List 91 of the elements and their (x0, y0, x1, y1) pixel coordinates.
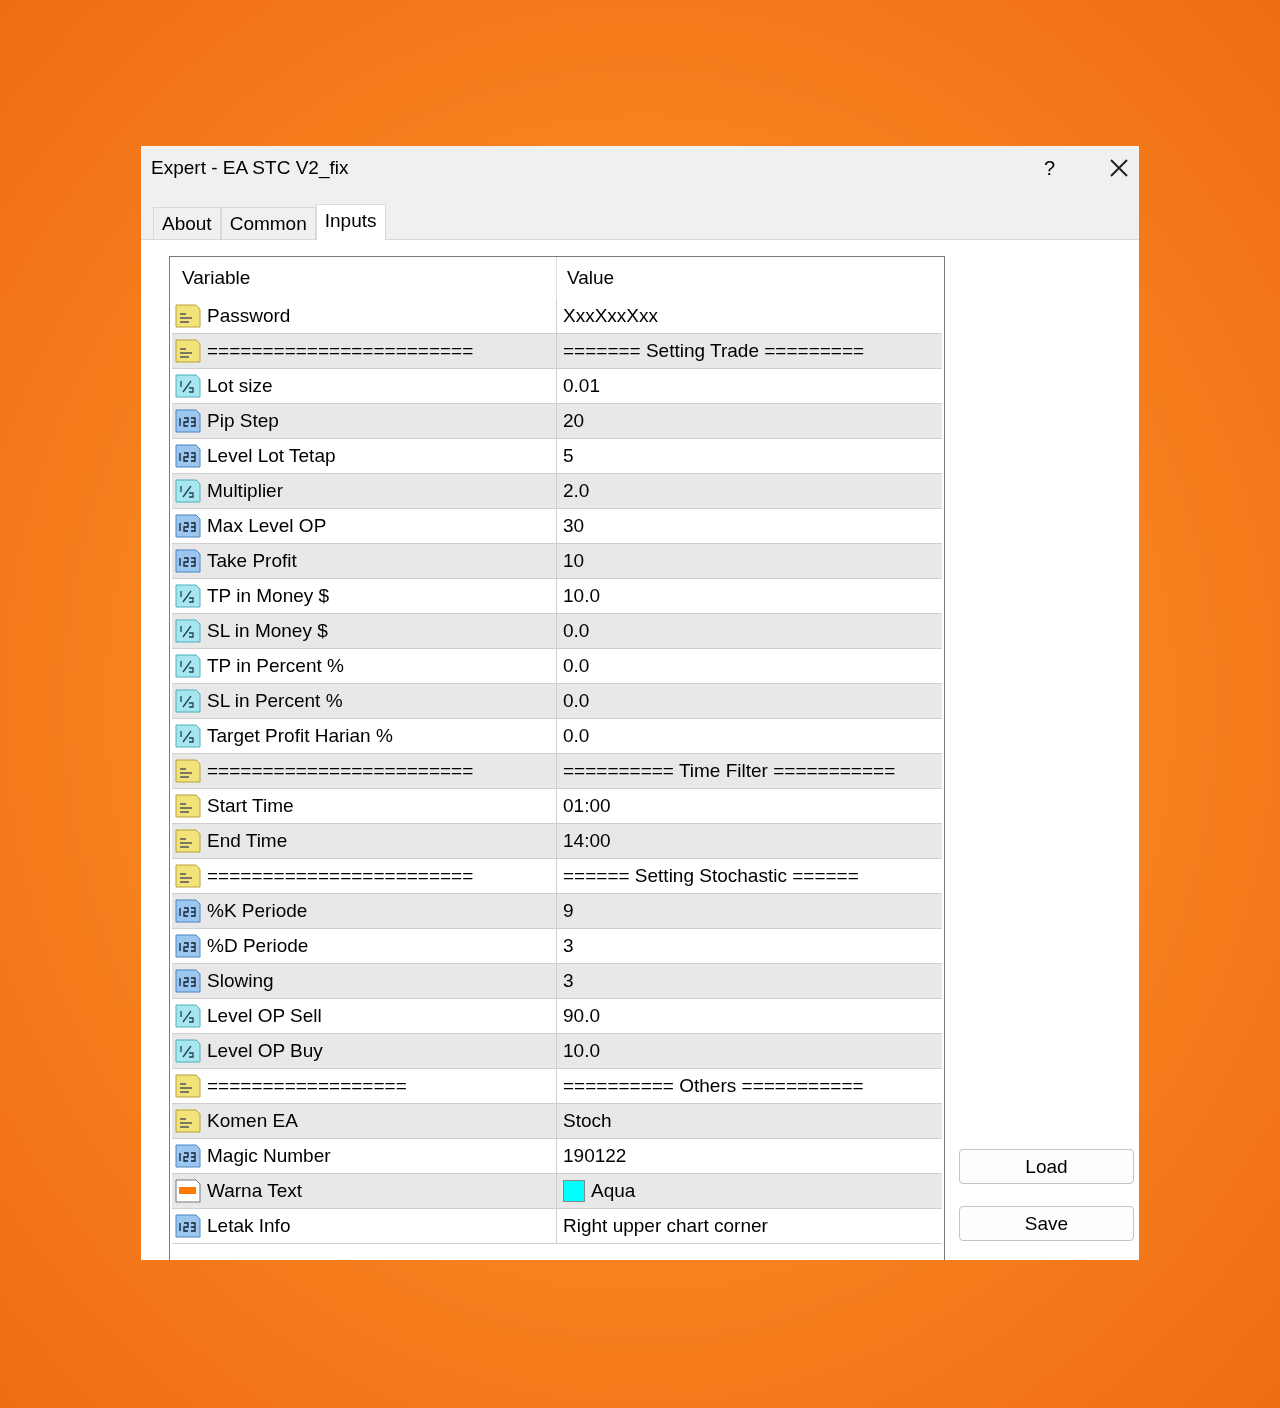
tab[interactable]: Inputs (315, 204, 386, 240)
integer-type-icon (174, 443, 202, 469)
action-button[interactable]: Load (959, 1149, 1134, 1184)
value-text[interactable]: 10.0 (563, 1040, 600, 1062)
fraction-type-icon (174, 478, 202, 504)
help-button[interactable]: ? (1043, 156, 1055, 180)
fraction-type-icon (174, 653, 202, 679)
string-type-icon (174, 793, 202, 819)
value-text[interactable]: 2.0 (563, 480, 590, 502)
tab[interactable]: About (153, 207, 221, 239)
action-button[interactable]: Save (959, 1206, 1134, 1241)
value-text[interactable]: 190122 (563, 1145, 627, 1167)
variable-name: Letak Info (207, 1215, 291, 1237)
string-type-icon (174, 1108, 202, 1134)
variable-name: ================== (207, 1075, 407, 1097)
variable-name: Level OP Sell (207, 1005, 322, 1027)
fraction-type-icon (174, 1038, 202, 1064)
integer-type-icon (174, 513, 202, 539)
value-text[interactable]: 90.0 (563, 1005, 600, 1027)
string-type-icon (174, 828, 202, 854)
variable-name: End Time (207, 830, 288, 852)
string-type-icon (174, 338, 202, 364)
variable-name: Lot size (207, 375, 273, 397)
variable-name: Komen EA (207, 1110, 298, 1132)
variable-name: Pip Step (207, 410, 279, 432)
value-text[interactable]: 3 (563, 935, 574, 957)
column-header: Value (567, 267, 615, 289)
string-type-icon (174, 1073, 202, 1099)
column-header: Variable (182, 267, 251, 289)
integer-type-icon (174, 898, 202, 924)
integer-type-icon (174, 408, 202, 434)
window-title: Expert - EA STC V2_fix (151, 157, 350, 179)
variable-name: Start Time (207, 795, 294, 817)
value-text[interactable]: 0.01 (563, 375, 600, 397)
variable-name: Warna Text (207, 1180, 303, 1202)
variable-name: SL in Percent % (207, 690, 343, 712)
fraction-type-icon (174, 723, 202, 749)
variable-name: Multiplier (207, 480, 284, 502)
value-text[interactable]: 9 (563, 900, 574, 922)
variable-name: Password (207, 305, 291, 327)
integer-type-icon (174, 548, 202, 574)
variable-name: Level Lot Tetap (207, 445, 336, 467)
value-text[interactable]: 14:00 (563, 830, 611, 852)
variable-name: SL in Money $ (207, 620, 328, 642)
value-text[interactable]: Stoch (563, 1110, 612, 1132)
value-text[interactable]: 10.0 (563, 585, 600, 607)
value-text[interactable]: 0.0 (563, 655, 590, 677)
tab[interactable]: Common (220, 207, 316, 239)
integer-type-icon (174, 968, 202, 994)
value-text[interactable]: 0.0 (563, 620, 590, 642)
variable-name: Magic Number (207, 1145, 331, 1167)
value-text[interactable]: ========== Time Filter =========== (563, 760, 896, 782)
string-type-icon (174, 863, 202, 889)
variable-name: Slowing (207, 970, 274, 992)
value-text[interactable]: ====== Setting Stochastic ====== (563, 865, 859, 887)
fraction-type-icon (174, 583, 202, 609)
variable-name: Max Level OP (207, 515, 327, 537)
fraction-type-icon (174, 618, 202, 644)
variable-name: ======================== (207, 865, 474, 887)
variable-name: Level OP Buy (207, 1040, 323, 1062)
variable-name: ======================== (207, 340, 474, 362)
integer-type-icon (174, 933, 202, 959)
color-type-icon (174, 1178, 202, 1204)
value-text[interactable]: 10 (563, 550, 585, 572)
value-text[interactable]: ========== Others =========== (563, 1075, 864, 1097)
value-text[interactable]: XxxXxxXxx (563, 305, 659, 327)
fraction-type-icon (174, 1003, 202, 1029)
value-text[interactable]: 0.0 (563, 690, 590, 712)
variable-name: Take Profit (207, 550, 297, 572)
value-text[interactable]: Aqua (591, 1180, 636, 1202)
value-text[interactable]: Right upper chart corner (563, 1215, 768, 1237)
integer-type-icon (174, 1143, 202, 1169)
value-text[interactable]: ======= Setting Trade ========= (563, 340, 865, 362)
fraction-type-icon (174, 373, 202, 399)
value-text[interactable]: 3 (563, 970, 574, 992)
string-type-icon (174, 758, 202, 784)
variable-name: Target Profit Harian % (207, 725, 393, 747)
value-text[interactable]: 30 (563, 515, 585, 537)
close-icon[interactable] (1109, 158, 1129, 178)
integer-type-icon (174, 1213, 202, 1239)
string-type-icon (174, 303, 202, 329)
value-text[interactable]: 01:00 (563, 795, 611, 817)
variable-name: ======================== (207, 760, 474, 782)
value-text[interactable]: 0.0 (563, 725, 590, 747)
value-text[interactable]: 5 (563, 445, 574, 467)
value-text[interactable]: 20 (563, 410, 585, 432)
fraction-type-icon (174, 688, 202, 714)
variable-name: %K Periode (207, 900, 308, 922)
variable-name: TP in Percent % (207, 655, 344, 677)
variable-name: %D Periode (207, 935, 309, 957)
variable-name: TP in Money $ (207, 585, 330, 607)
